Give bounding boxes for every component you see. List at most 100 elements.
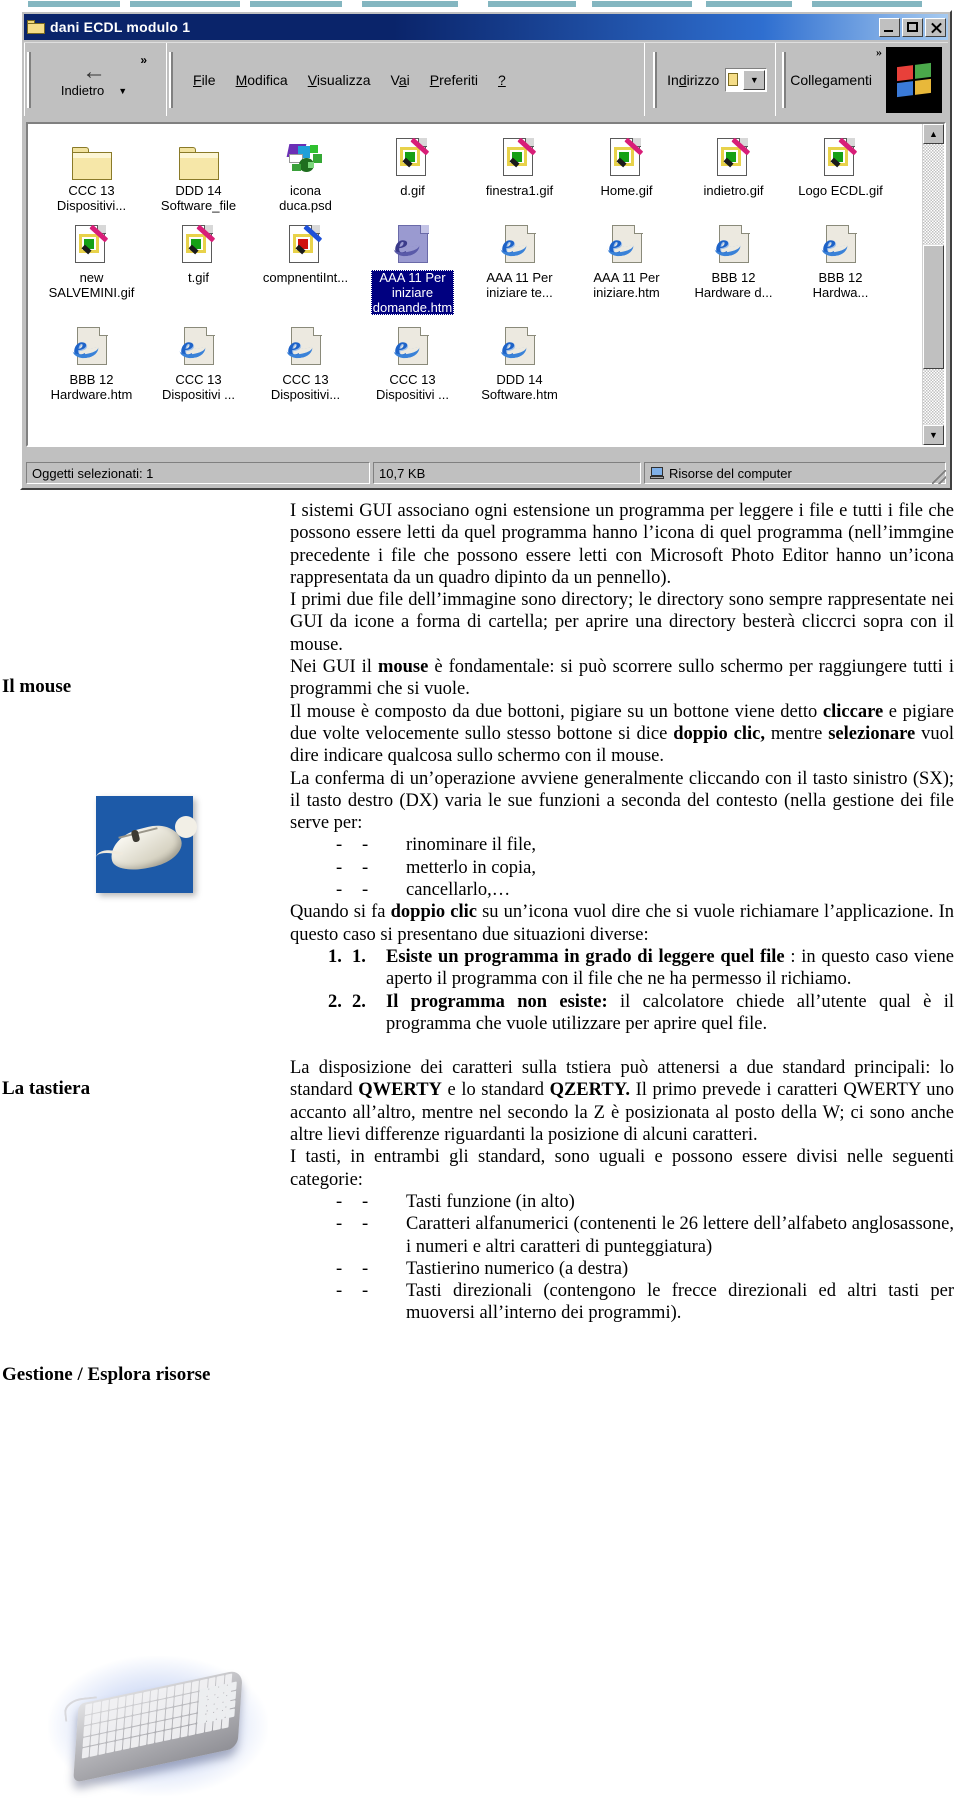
internet-explorer-icon: e: [821, 219, 858, 267]
mouse-photo: [88, 790, 203, 898]
menu-item-modifica[interactable]: Modifica: [236, 72, 288, 88]
list-item[interactable]: e AAA 11 Per iniziare.htm: [573, 219, 680, 315]
list-item[interactable]: new SALVEMINI.gif: [38, 219, 145, 315]
list-item[interactable]: Logo ECDL.gif: [787, 132, 894, 213]
file-label: finestra1.gif: [485, 183, 554, 198]
windows-logo-icon: [886, 46, 942, 113]
close-button[interactable]: [925, 17, 946, 37]
chevron-down-icon[interactable]: ▼: [118, 86, 127, 96]
icon-row: CCC 13 Dispositivi... DDD 14 Software_fi…: [38, 132, 922, 213]
paragraph-8: I tasti, in entrambi gli standard, sono …: [290, 1147, 954, 1190]
address-input[interactable]: ▼: [725, 67, 768, 92]
list-item[interactable]: finestra1.gif: [466, 132, 573, 213]
bullet-dash-1: -: [336, 857, 343, 878]
maximize-button[interactable]: [902, 17, 923, 37]
icon-area[interactable]: CCC 13 Dispositivi... DDD 14 Software_fi…: [28, 124, 922, 445]
bullet-text: cancellarlo,…: [406, 880, 511, 901]
menu-item-vai[interactable]: Vai: [391, 72, 410, 88]
scrollbar-thumb[interactable]: [923, 245, 944, 369]
scroll-down-button[interactable]: ▼: [923, 425, 944, 445]
list-item[interactable]: d.gif: [359, 132, 466, 213]
numbered-text: Esiste un programma in grado di leggere …: [386, 946, 954, 991]
links-label[interactable]: Collegamenti: [790, 72, 872, 88]
bullet-dash-2: -: [362, 1281, 369, 1302]
chevron-overflow-icon[interactable]: »: [140, 53, 147, 67]
p4-b1: cliccare: [822, 701, 884, 722]
list-item[interactable]: e AAA 11 Per iniziare te...: [466, 219, 573, 315]
file-list-pane[interactable]: CCC 13 Dispositivi... DDD 14 Software_fi…: [26, 122, 946, 447]
back-button[interactable]: » ← Indietro ▼: [35, 49, 153, 111]
list-item-selected[interactable]: e AAA 11 Per iniziare domande.htm: [359, 219, 466, 315]
menu-item-help[interactable]: ?: [498, 72, 506, 88]
bullet-dash-2: -: [362, 1214, 369, 1235]
list-item[interactable]: DDD 14 Software_file: [145, 132, 252, 213]
window-controls: [879, 17, 946, 37]
list-item[interactable]: icona duca.psd: [252, 132, 359, 213]
list-item[interactable]: e CCC 13 Dispositivi...: [252, 321, 359, 402]
list-item[interactable]: CCC 13 Dispositivi...: [38, 132, 145, 213]
file-label: BBB 12 Hardware.htm: [50, 372, 133, 402]
list-item[interactable]: e CCC 13 Dispositivi ...: [145, 321, 252, 402]
list-item[interactable]: t.gif: [145, 219, 252, 315]
bullet-dash-2: -: [362, 1258, 369, 1279]
paragraph-3: Nei GUI il mouse è fondamentale: si può …: [290, 656, 954, 701]
list-item: - - cancellarlo,…: [290, 879, 954, 901]
chevron-down-icon[interactable]: ▼: [743, 69, 766, 90]
list-item[interactable]: Home.gif: [573, 132, 680, 213]
bullet-text: Caratteri alfanumerici (contenenti le 26…: [406, 1214, 954, 1257]
list-item[interactable]: e BBB 12 Hardware.htm: [38, 321, 145, 402]
p4-a: Il mouse è composto da due bottoni, pigi…: [290, 701, 823, 722]
internet-explorer-icon: e: [500, 219, 537, 267]
file-label: Home.gif: [600, 183, 653, 198]
bullet-dash-1: -: [336, 1191, 343, 1212]
resize-grip[interactable]: [932, 470, 946, 484]
menu-item-preferiti[interactable]: Preferiti: [430, 72, 478, 88]
file-label: DDD 14 Software.htm: [481, 372, 558, 402]
p6-a: Quando si fa: [290, 902, 391, 923]
list-item[interactable]: compnentiInt...: [252, 219, 359, 315]
internet-explorer-icon: e: [714, 219, 751, 267]
file-label: AAA 11 Per iniziare domande.htm: [370, 270, 455, 315]
window-titlebar[interactable]: dani ECDL modulo 1: [24, 14, 948, 40]
file-label: CCC 13 Dispositivi...: [56, 183, 127, 213]
bullet-text: metterlo in copia,: [406, 857, 536, 878]
list-item: - - Tastierino numerico (a destra): [290, 1258, 954, 1280]
address-toolbar: Indirizzo ▼: [644, 43, 775, 116]
menu-grip[interactable]: [169, 51, 173, 108]
file-label: BBB 12 Hardware d...: [694, 270, 773, 300]
list-item: - - Tasti funzione (in alto): [290, 1191, 954, 1213]
status-bar: Oggetti selezionati: 1 10,7 KB Risorse d…: [26, 462, 946, 484]
file-label: d.gif: [400, 183, 425, 198]
p7-b: e lo standard: [441, 1080, 550, 1101]
status-location: Risorse del computer: [644, 462, 946, 484]
bullet-text: Tasti funzione (in alto): [406, 1191, 575, 1212]
menu-item-file[interactable]: FFileile: [193, 72, 216, 88]
menu-item-visualizza[interactable]: Visualizza: [308, 72, 371, 88]
links-toolbar: Collegamenti »: [775, 43, 948, 116]
p4-c: mentre: [765, 723, 829, 744]
links-overflow-icon[interactable]: »: [876, 45, 882, 60]
toolbar-grip[interactable]: [27, 51, 31, 108]
list-item[interactable]: e BBB 12 Hardware d...: [680, 219, 787, 315]
list-item[interactable]: indietro.gif: [680, 132, 787, 213]
file-label: DDD 14 Software_file: [160, 183, 237, 213]
minimize-button[interactable]: [879, 17, 900, 37]
address-grip[interactable]: [653, 51, 658, 108]
links-grip[interactable]: [782, 51, 787, 108]
numbered-bold: Esiste un programma in grado di leggere …: [386, 946, 785, 967]
margin-heading-keyboard: La tastiera: [2, 1078, 91, 1099]
file-label: AAA 11 Per iniziare.htm: [593, 270, 660, 300]
list-item[interactable]: e DDD 14 Software.htm: [466, 321, 573, 402]
vertical-scrollbar[interactable]: ▲ ▼: [922, 124, 944, 445]
list-item[interactable]: e CCC 13 Dispositivi ...: [359, 321, 466, 402]
bullet-dash-1: -: [336, 1258, 343, 1279]
status-objects: Oggetti selezionati: 1: [26, 462, 370, 484]
photo-editor-icon: [181, 219, 216, 267]
bullet-dash-2: -: [362, 857, 369, 878]
internet-explorer-icon: e: [393, 219, 430, 267]
scrollbar-track[interactable]: [923, 144, 944, 425]
list-item[interactable]: e BBB 12 Hardwa...: [787, 219, 894, 315]
list-item: - - Tasti direzionali (contengono le fre…: [290, 1280, 954, 1325]
scroll-up-button[interactable]: ▲: [923, 124, 944, 144]
